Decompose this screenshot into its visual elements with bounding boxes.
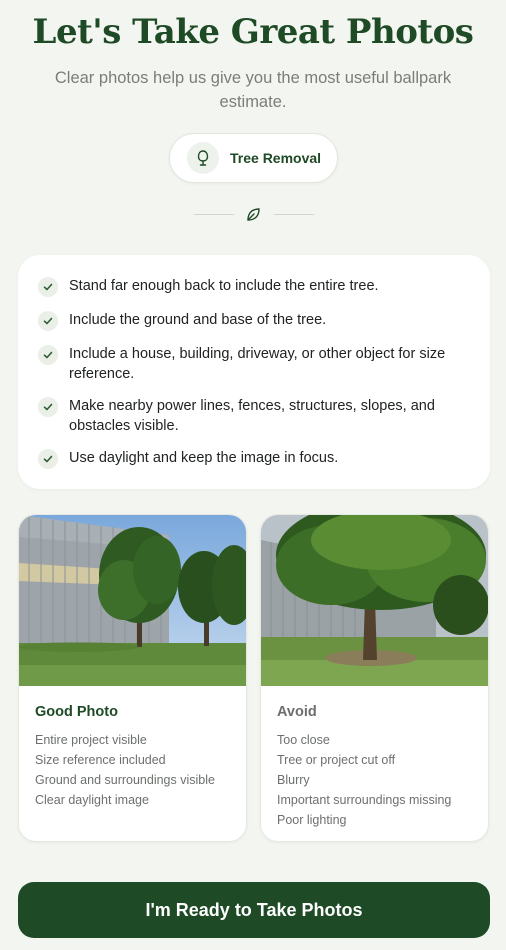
list-item: Too close [277, 733, 330, 747]
check-icon [38, 345, 58, 365]
tip-text: Include a house, building, driveway, or … [69, 346, 446, 382]
list-item: Tree or project cut off [277, 753, 396, 767]
avoid-heading: Avoid [277, 704, 317, 720]
good-photo-card: Good Photo Entire project visible Size r… [18, 514, 247, 842]
list-item: Important surroundings missing [277, 793, 452, 807]
list-item: Blurry [277, 773, 310, 787]
list-item: Poor lighting [277, 813, 347, 827]
avoid-example-photo [261, 515, 488, 686]
divider-line-left [194, 214, 234, 215]
avoid-list: Too close Tree or project cut off Blurry… [277, 730, 451, 830]
tip-item: Use daylight and keep the image in focus… [38, 448, 468, 469]
avoid-photo-card: Avoid Too close Tree or project cut off … [260, 514, 489, 842]
list-item: Ground and surroundings visible [35, 773, 215, 787]
photo-tips-card: Stand far enough back to include the ent… [18, 255, 490, 489]
list-item: Entire project visible [35, 733, 147, 747]
check-icon [38, 311, 58, 331]
tip-item: Include a house, building, driveway, or … [38, 344, 468, 384]
good-photo-heading: Good Photo [35, 704, 118, 720]
tree-icon [187, 142, 219, 174]
service-chip-label: Tree Removal [230, 150, 322, 166]
check-icon [38, 449, 58, 469]
tip-text: Make nearby power lines, fences, structu… [69, 398, 435, 434]
ready-to-take-photos-button[interactable]: I'm Ready to Take Photos [18, 882, 490, 938]
tip-text: Use daylight and keep the image in focus… [69, 450, 339, 466]
check-icon [38, 397, 58, 417]
service-chip: Tree Removal [169, 133, 338, 183]
tip-item: Include the ground and base of the tree. [38, 310, 468, 331]
page-subtitle: Clear photos help us give you the most u… [54, 69, 452, 111]
leaf-icon [245, 206, 262, 228]
tip-item: Make nearby power lines, fences, structu… [38, 396, 468, 436]
tip-text: Include the ground and base of the tree. [69, 312, 327, 328]
good-example-photo [19, 515, 246, 686]
check-icon [38, 277, 58, 297]
good-photo-list: Entire project visible Size reference in… [35, 730, 215, 810]
page-title: Let's Take Great Photos [32, 12, 474, 52]
tip-text: Stand far enough back to include the ent… [69, 278, 379, 294]
divider-line-right [274, 214, 314, 215]
list-item: Clear daylight image [35, 793, 149, 807]
tip-item: Stand far enough back to include the ent… [38, 276, 468, 297]
list-item: Size reference included [35, 753, 166, 767]
